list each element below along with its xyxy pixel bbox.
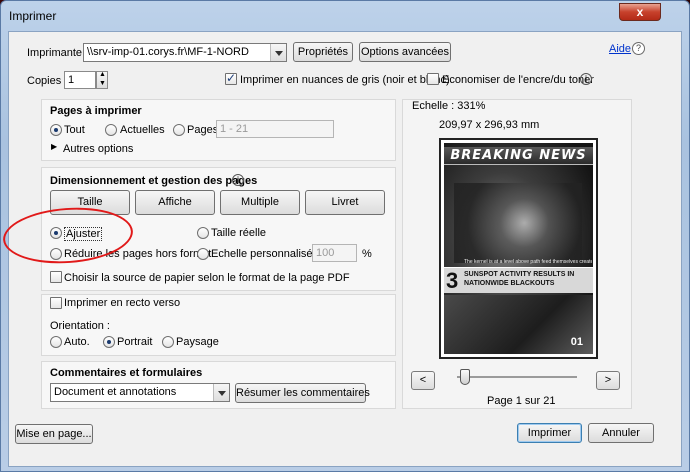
grayscale-label: Imprimer en nuances de gris (noir et bla… bbox=[240, 74, 450, 86]
page-indicator: Page 1 sur 21 bbox=[487, 395, 556, 407]
sizing-section-title: Dimensionnement et gestion des pages bbox=[50, 175, 258, 187]
help-link[interactable]: Aide bbox=[609, 43, 631, 55]
save-ink-checkbox[interactable] bbox=[427, 73, 439, 85]
custom-scale-radio[interactable] bbox=[197, 248, 209, 260]
chevron-down-icon bbox=[213, 384, 229, 401]
pages-range-radio[interactable] bbox=[173, 124, 185, 136]
info-icon[interactable]: i bbox=[580, 73, 592, 85]
actual-size-label: Taille réelle bbox=[211, 227, 267, 239]
window-title: Imprimer bbox=[9, 9, 57, 23]
pages-section-title: Pages à imprimer bbox=[50, 105, 142, 117]
pages-all-label: Tout bbox=[64, 124, 85, 136]
advanced-options-button[interactable]: Options avancées bbox=[359, 42, 451, 62]
cancel-button[interactable]: Annuler bbox=[588, 423, 654, 443]
duplex-label: Imprimer en recto verso bbox=[64, 297, 181, 309]
choose-source-label: Choisir la source de papier selon le for… bbox=[64, 272, 350, 284]
custom-scale-value: 100 bbox=[316, 247, 335, 259]
preview-dimensions: 209,97 x 296,93 mm bbox=[439, 119, 540, 131]
orientation-landscape-label: Paysage bbox=[176, 336, 219, 348]
percent-label: % bbox=[362, 248, 372, 260]
expand-triangle-icon[interactable]: ▶ bbox=[51, 142, 57, 151]
printer-label: Imprimante : bbox=[27, 47, 89, 59]
previous-page-button[interactable]: < bbox=[411, 371, 435, 390]
duplex-checkbox[interactable] bbox=[50, 297, 62, 309]
pages-range-input[interactable]: 1 - 21 bbox=[216, 120, 334, 138]
corridor-image bbox=[454, 183, 582, 263]
properties-button[interactable]: Propriétés bbox=[293, 42, 353, 62]
preview-scale: Echelle : 331% bbox=[412, 100, 486, 112]
page-setup-button[interactable]: Mise en page... bbox=[15, 424, 93, 444]
tab-multiple[interactable]: Multiple bbox=[220, 190, 300, 215]
preview-page-number: 01 bbox=[570, 336, 583, 348]
more-options-link[interactable]: Autres options bbox=[63, 143, 133, 155]
orientation-landscape-radio[interactable] bbox=[162, 336, 174, 348]
help-icon[interactable]: ? bbox=[632, 42, 645, 55]
comments-section-title: Commentaires et formulaires bbox=[50, 367, 203, 379]
info-icon[interactable]: i bbox=[232, 174, 244, 186]
copies-value: 1 bbox=[68, 74, 75, 86]
comments-select[interactable]: Document et annotations bbox=[50, 383, 230, 402]
comments-select-value: Document et annotations bbox=[54, 386, 177, 398]
summarize-comments-button[interactable]: Résumer les commentaires bbox=[235, 383, 370, 403]
printer-select-value: \\srv-imp-01.corys.fr\MF-1-NORD bbox=[87, 46, 249, 58]
orientation-auto-label: Auto. bbox=[64, 336, 90, 348]
tab-poster[interactable]: Affiche bbox=[135, 190, 215, 215]
print-dialog: Imprimer x Imprimante : \\srv-imp-01.cor… bbox=[0, 0, 690, 472]
custom-scale-label: Echelle personnalisée : bbox=[211, 248, 325, 260]
next-page-button[interactable]: > bbox=[596, 371, 620, 390]
copies-stepper[interactable]: ▲ ▼ bbox=[96, 71, 108, 89]
pages-range-value: 1 - 21 bbox=[220, 123, 249, 135]
page-slider-track[interactable] bbox=[457, 376, 577, 378]
title-bar[interactable]: Imprimer x bbox=[1, 1, 689, 31]
news-banner: BREAKING NEWS bbox=[444, 147, 593, 165]
grayscale-checkbox[interactable] bbox=[225, 71, 237, 85]
save-ink-label: Economiser de l'encre/du toner bbox=[442, 74, 594, 86]
printer-select[interactable]: \\srv-imp-01.corys.fr\MF-1-NORD bbox=[83, 43, 287, 62]
orientation-portrait-label: Portrait bbox=[117, 336, 153, 348]
close-button[interactable]: x bbox=[619, 3, 661, 21]
chevron-down-icon bbox=[270, 44, 286, 61]
orientation-label: Orientation : bbox=[50, 320, 110, 332]
actual-size-radio[interactable] bbox=[197, 227, 209, 239]
page-slider-thumb[interactable] bbox=[460, 369, 470, 385]
pages-all-radio[interactable] bbox=[50, 124, 62, 136]
choose-source-checkbox[interactable] bbox=[50, 271, 62, 283]
custom-scale-input[interactable]: 100 bbox=[312, 244, 357, 262]
orientation-auto-radio[interactable] bbox=[50, 336, 62, 348]
preview-page: BREAKING NEWS The kernel is at a level a… bbox=[439, 138, 598, 359]
strip-number: 3 bbox=[446, 268, 459, 293]
tab-booklet[interactable]: Livret bbox=[305, 190, 385, 215]
pages-range-label: Pages bbox=[187, 124, 219, 136]
orientation-portrait-radio[interactable] bbox=[103, 336, 115, 348]
news-caption: The kernel is at a level above path feed… bbox=[464, 259, 592, 265]
print-button[interactable]: Imprimer bbox=[517, 423, 582, 443]
chevron-down-icon[interactable]: ▼ bbox=[99, 80, 106, 87]
preview-image: BREAKING NEWS The kernel is at a level a… bbox=[444, 143, 593, 354]
chevron-up-icon[interactable]: ▲ bbox=[99, 71, 106, 78]
pages-current-label: Actuelles bbox=[120, 124, 165, 136]
strip-line-1: SUNSPOT ACTIVITY RESULTS IN bbox=[464, 271, 575, 278]
copies-input[interactable]: 1 bbox=[64, 71, 96, 89]
pages-current-radio[interactable] bbox=[105, 124, 117, 136]
copies-label: Copies : bbox=[27, 75, 68, 87]
strip-line-2: NATIONWIDE BLACKOUTS bbox=[464, 280, 555, 287]
news-strip: 3 SUNSPOT ACTIVITY RESULTS IN NATIONWIDE… bbox=[444, 267, 593, 293]
